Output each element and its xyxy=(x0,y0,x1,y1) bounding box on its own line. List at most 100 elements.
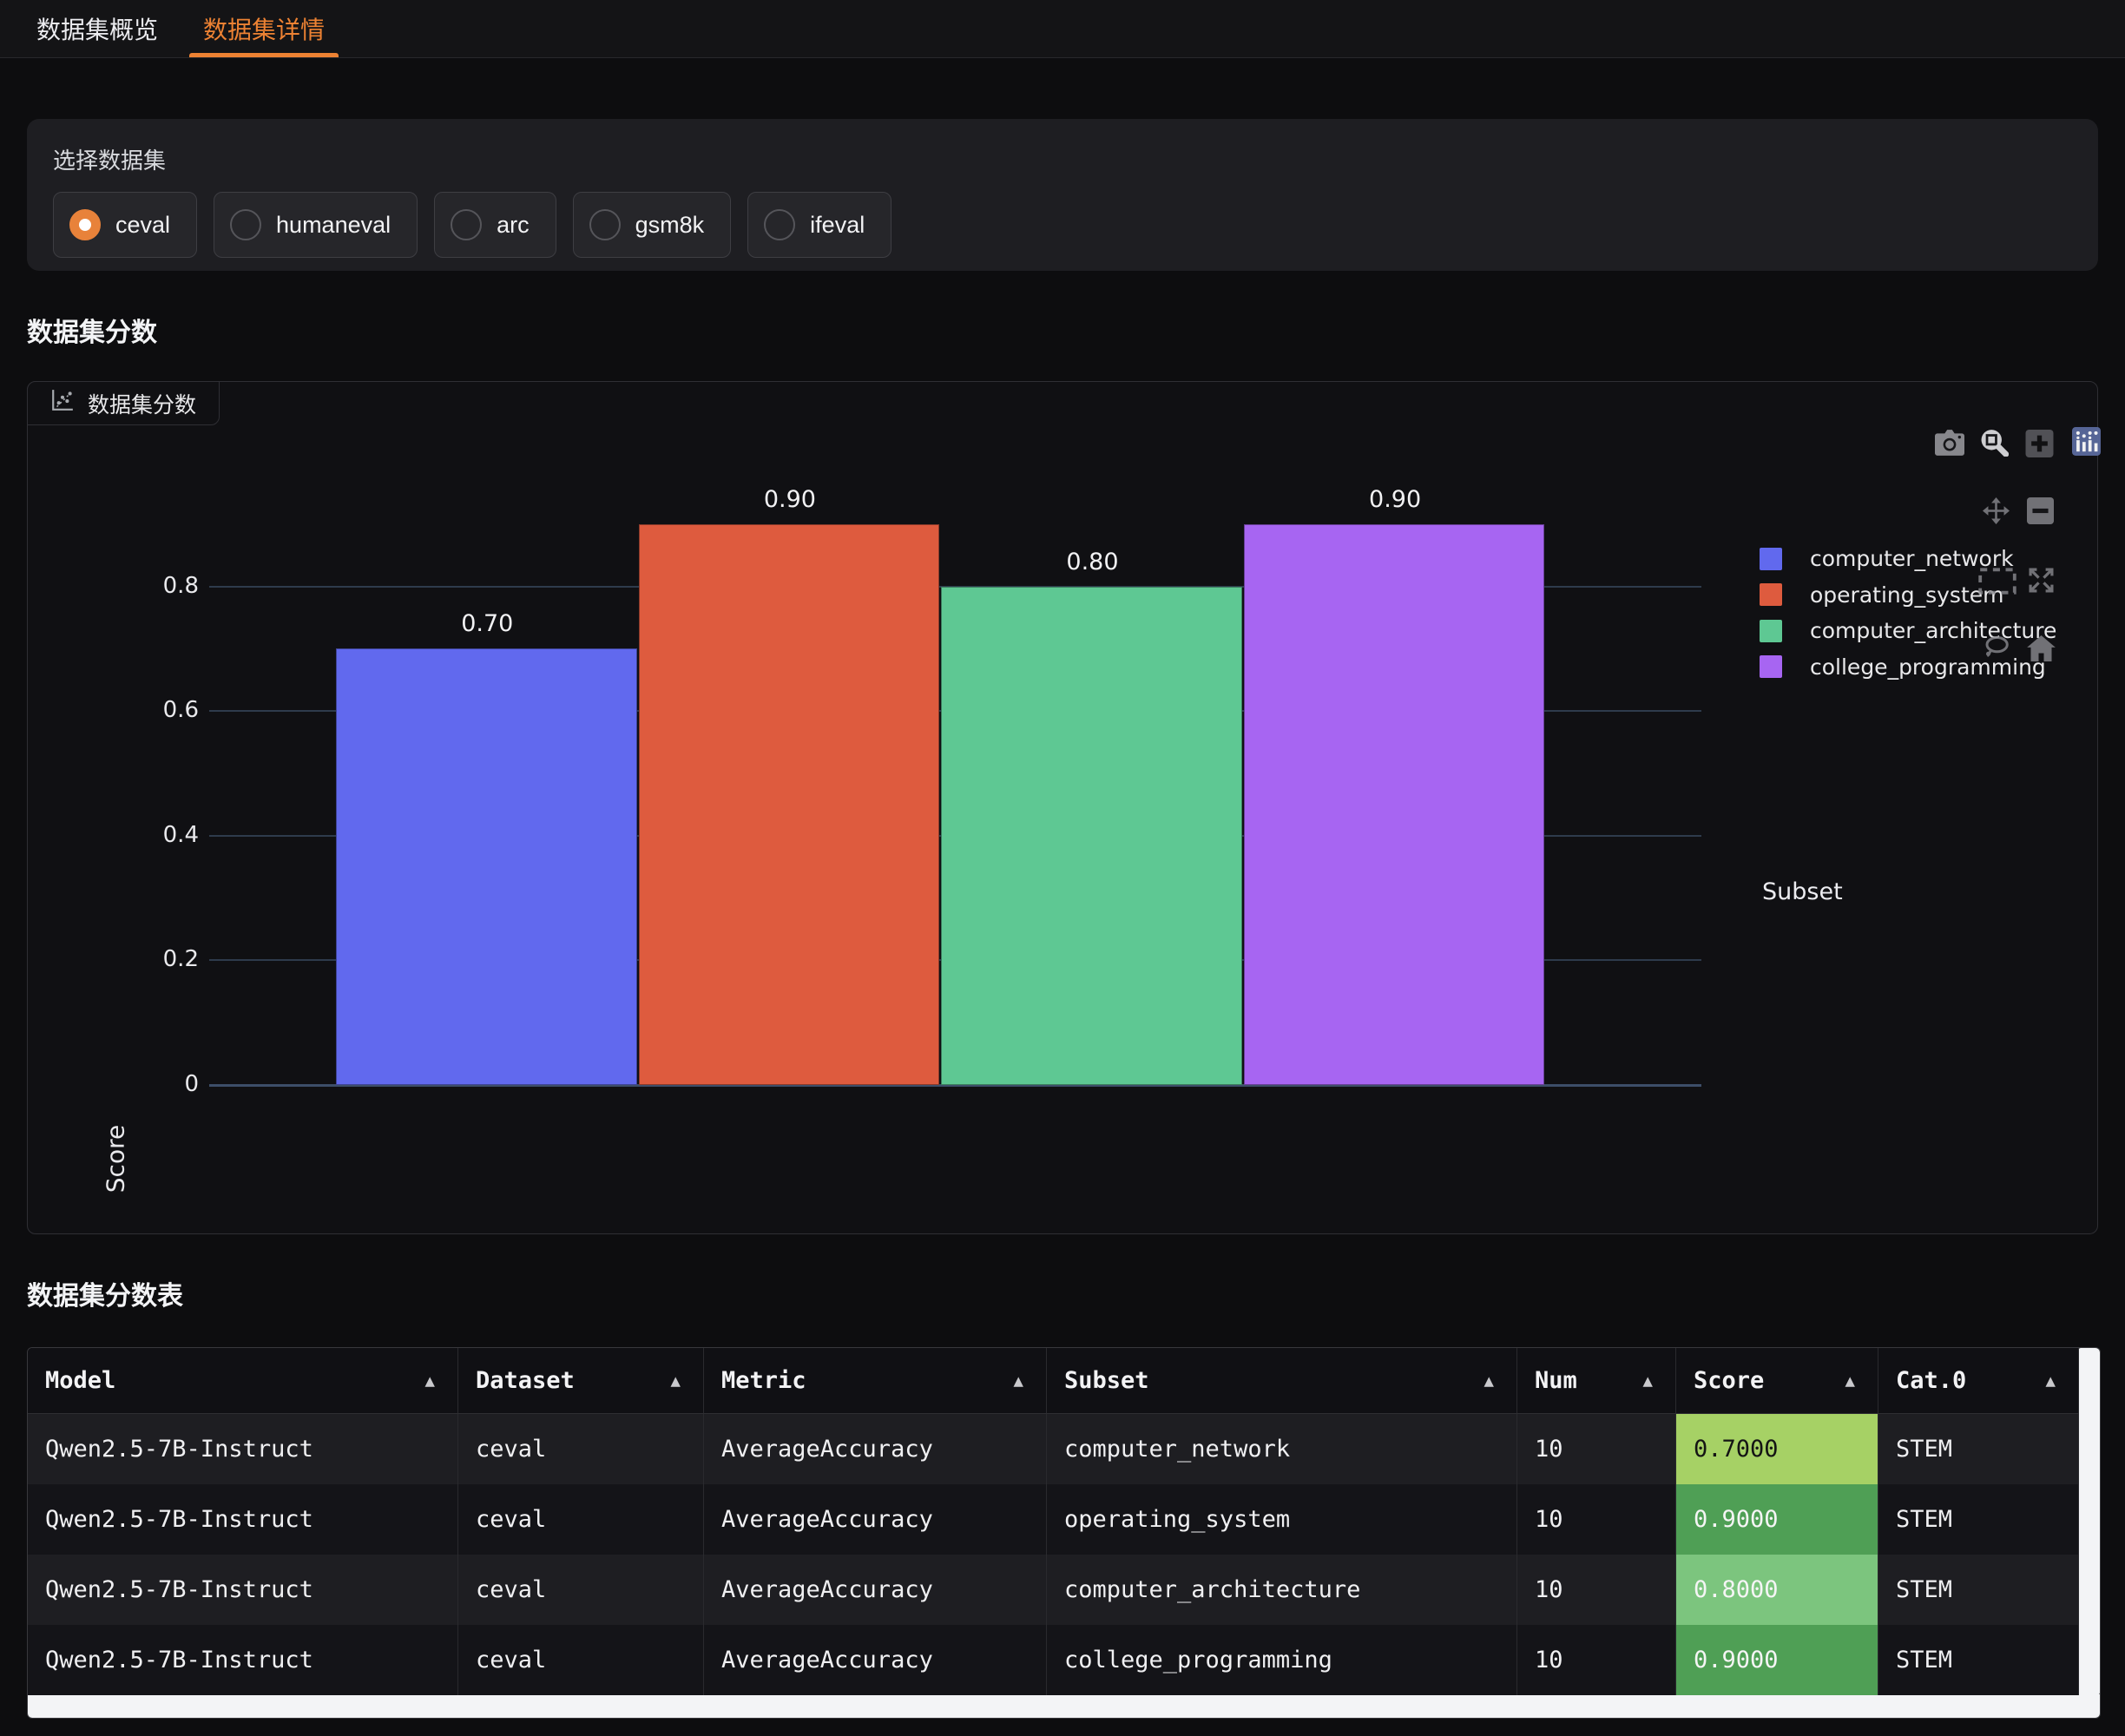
radio-option-gsm8k[interactable]: gsm8k xyxy=(573,192,732,258)
radio-circle-icon xyxy=(589,209,621,240)
radio-option-ifeval[interactable]: ifeval xyxy=(747,192,891,258)
legend-swatch xyxy=(1760,655,1782,678)
radio-option-label: arc xyxy=(497,212,530,239)
sort-arrow-icon[interactable]: ▲ xyxy=(425,1371,435,1391)
radio-option-label: ceval xyxy=(115,212,170,239)
score-value: 0.8000 xyxy=(1676,1555,1878,1625)
autoscale-icon[interactable] xyxy=(2026,565,2056,600)
cell-score: 0.8000 xyxy=(1676,1555,1878,1625)
cell-dataset: ceval xyxy=(458,1484,704,1555)
chart-panel-label: 数据集分数 xyxy=(27,381,220,425)
column-header-model[interactable]: Model ▲ xyxy=(28,1348,458,1413)
legend-item-label: computer_architecture xyxy=(1810,618,2056,643)
column-header-label: Model xyxy=(45,1367,115,1394)
bar-value-label: 0.90 xyxy=(1244,486,1547,513)
radio-option-label: gsm8k xyxy=(635,212,705,239)
cell-cat0: STEM xyxy=(1878,1484,2079,1555)
table-vertical-scrollbar[interactable] xyxy=(2078,1348,2100,1695)
lasso-icon[interactable] xyxy=(1983,635,2010,666)
chart-panel-label-text: 数据集分数 xyxy=(88,388,196,419)
legend-item-computer_network[interactable]: computer_network xyxy=(1760,546,2014,571)
radio-circle-icon xyxy=(69,209,101,240)
cell-num: 10 xyxy=(1517,1484,1676,1555)
tab-dataset-detail[interactable]: 数据集详情 xyxy=(189,0,339,57)
table-row: Qwen2.5-7B-InstructcevalAverageAccuracyc… xyxy=(28,1555,2079,1625)
score-chart-panel: 数据集分数 00.20.40.60.80.700.900.800.90 Aver… xyxy=(27,381,2098,1234)
cell-score: 0.9000 xyxy=(1676,1625,1878,1695)
column-header-metric[interactable]: Metric ▲ xyxy=(704,1348,1047,1413)
sort-arrow-icon[interactable]: ▲ xyxy=(1014,1371,1023,1391)
table-horizontal-scrollbar[interactable] xyxy=(28,1694,2101,1718)
app: 数据集概览数据集详情 选择数据集 ceval humaneval arc gsm8k i… xyxy=(0,0,2125,1736)
pan-icon[interactable] xyxy=(1982,497,2010,529)
cell-model: Qwen2.5-7B-Instruct xyxy=(28,1625,458,1695)
dataset-radio-group: ceval humaneval arc gsm8k ifeval xyxy=(53,192,891,258)
cell-subset: computer_network xyxy=(1047,1414,1517,1484)
sort-arrow-icon[interactable]: ▲ xyxy=(1845,1371,1855,1391)
zoom-icon[interactable] xyxy=(1979,428,2009,461)
cell-score: 0.9000 xyxy=(1676,1484,1878,1555)
legend-item-label: college_programming xyxy=(1810,654,2046,680)
column-header-label: Metric xyxy=(721,1367,806,1394)
bar-operating_system[interactable] xyxy=(639,524,940,1085)
legend-item-computer_architecture[interactable]: computer_architecture xyxy=(1760,618,2056,643)
bar-computer_network[interactable] xyxy=(336,648,637,1085)
bar-value-label: 0.70 xyxy=(336,610,639,637)
sort-arrow-icon[interactable]: ▲ xyxy=(671,1371,681,1391)
y-tick-label: 0.6 xyxy=(112,697,199,723)
cell-model: Qwen2.5-7B-Instruct xyxy=(28,1555,458,1625)
plotly-logo-icon[interactable] xyxy=(2072,427,2101,460)
column-header-subset[interactable]: Subset▲ xyxy=(1047,1348,1517,1413)
y-tick-label: 0.8 xyxy=(112,573,199,599)
zoom-out-icon[interactable] xyxy=(2026,497,2055,529)
cell-dataset: ceval xyxy=(458,1414,704,1484)
legend-swatch xyxy=(1760,548,1782,570)
legend-item-label: operating_system xyxy=(1810,582,2004,608)
score-value: 0.9000 xyxy=(1676,1484,1878,1555)
legend-swatch xyxy=(1760,620,1782,642)
score-value: 0.9000 xyxy=(1676,1625,1878,1695)
sort-arrow-icon[interactable]: ▲ xyxy=(1484,1371,1494,1391)
column-header-score[interactable]: Score▲ xyxy=(1676,1348,1878,1413)
column-header-label: Num xyxy=(1535,1367,1577,1394)
camera-icon[interactable] xyxy=(1935,430,1964,460)
y-tick-label: 0.2 xyxy=(112,946,199,972)
table-row: Qwen2.5-7B-InstructcevalAverageAccuracyo… xyxy=(28,1484,2079,1555)
column-header-num[interactable]: Num ▲ xyxy=(1517,1348,1676,1413)
tab-bar: 数据集概览数据集详情 xyxy=(0,0,2125,58)
cell-metric: AverageAccuracy xyxy=(704,1555,1047,1625)
cell-dataset: ceval xyxy=(458,1625,704,1695)
tab-dataset-overview[interactable]: 数据集概览 xyxy=(23,0,172,57)
radio-circle-icon xyxy=(230,209,261,240)
cell-subset: college_programming xyxy=(1047,1625,1517,1695)
cell-num: 10 xyxy=(1517,1625,1676,1695)
zoom-in-icon[interactable] xyxy=(2025,430,2054,462)
column-header-dataset[interactable]: Dataset▲ xyxy=(458,1348,704,1413)
cell-metric: AverageAccuracy xyxy=(704,1414,1047,1484)
legend-title: Subset xyxy=(1762,878,1843,905)
cell-subset: operating_system xyxy=(1047,1484,1517,1555)
bar-college_programming[interactable] xyxy=(1244,524,1545,1085)
sort-arrow-icon[interactable]: ▲ xyxy=(2046,1371,2056,1391)
table-row: Qwen2.5-7B-InstructcevalAverageAccuracyc… xyxy=(28,1414,2079,1484)
legend-item-operating_system[interactable]: operating_system xyxy=(1760,582,2004,608)
cell-num: 10 xyxy=(1517,1555,1676,1625)
y-tick-label: 0 xyxy=(112,1071,199,1097)
radio-option-label: humaneval xyxy=(276,212,391,239)
radio-option-arc[interactable]: arc xyxy=(434,192,556,258)
cell-dataset: ceval xyxy=(458,1555,704,1625)
bar-computer_architecture[interactable] xyxy=(941,587,1242,1085)
reset-axes-icon[interactable] xyxy=(2027,635,2056,666)
column-header-cat0[interactable]: Cat.0 ▲ xyxy=(1878,1348,2079,1413)
bar-value-label: 0.90 xyxy=(639,486,942,513)
column-header-label: Cat.0 xyxy=(1896,1367,1966,1394)
bar-value-label: 0.80 xyxy=(941,549,1244,575)
radio-option-humaneval[interactable]: humaneval xyxy=(214,192,418,258)
sort-arrow-icon[interactable]: ▲ xyxy=(1643,1371,1653,1391)
cell-cat0: STEM xyxy=(1878,1414,2079,1484)
score-value: 0.7000 xyxy=(1676,1414,1878,1484)
cell-model: Qwen2.5-7B-Instruct xyxy=(28,1414,458,1484)
selector-label: 选择数据集 xyxy=(53,143,166,175)
box-select-icon[interactable] xyxy=(1978,568,2016,599)
radio-option-ceval[interactable]: ceval xyxy=(53,192,197,258)
